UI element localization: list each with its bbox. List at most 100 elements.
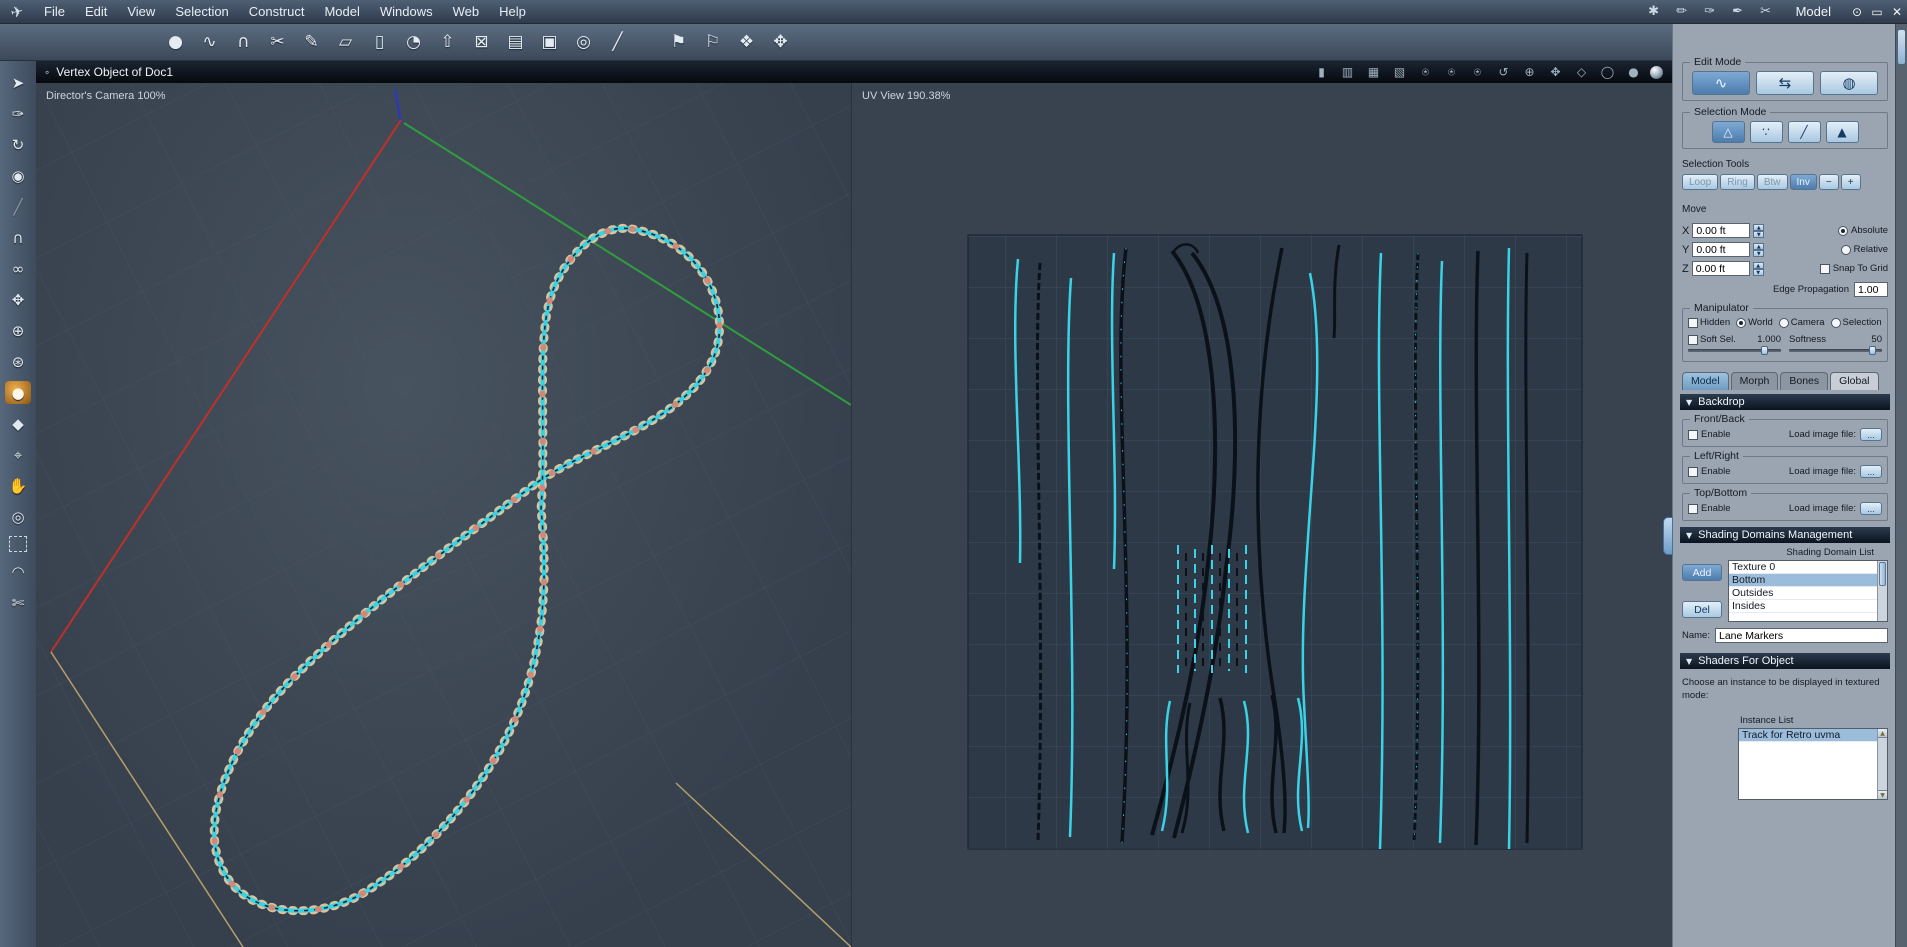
camera-viewport-canvas[interactable] [36, 83, 851, 947]
move-y-stepper[interactable]: ▲ ▼ [1753, 242, 1765, 257]
orbit-view-icon[interactable]: ↺ [1494, 65, 1513, 79]
menu-web[interactable]: Web [443, 1, 490, 22]
move-widget-icon[interactable]: ✥ [1546, 65, 1565, 79]
move-x-stepper[interactable]: ▲ ▼ [1753, 223, 1765, 238]
stack-tool-icon[interactable]: ▤ [500, 27, 531, 57]
stepper-up-icon[interactable]: ▲ [1753, 223, 1765, 231]
list-item[interactable]: Track for Retro uvma [1739, 728, 1887, 742]
panel-collapse-handle[interactable] [1663, 517, 1673, 555]
stepper-down-icon[interactable]: ▼ [1753, 249, 1765, 257]
weld-tool-icon[interactable]: ∩ [228, 27, 259, 57]
soft-selection-checkbox[interactable] [1688, 334, 1698, 345]
shading-domain-list[interactable]: Texture 0 Bottom Outsides Insides [1728, 560, 1888, 622]
edge-mode-button[interactable]: ╱ [1787, 121, 1821, 143]
shield-flat-icon[interactable]: ⍟ [1442, 65, 1461, 80]
stepper-down-icon[interactable]: ▼ [1753, 230, 1765, 238]
curve-tool-icon[interactable]: ∿ [194, 27, 225, 57]
stepper-down-icon[interactable]: ▼ [1752, 268, 1764, 276]
spray-tool-icon[interactable]: ✱ [1640, 4, 1668, 19]
loop-select-button[interactable]: Loop [1682, 174, 1719, 190]
selection-radio[interactable] [1830, 317, 1841, 328]
flag-tool-icon[interactable]: ⚑ [663, 27, 694, 57]
left-right-browse-button[interactable]: ... [1860, 465, 1882, 478]
soft-selection-slider[interactable] [1688, 345, 1781, 356]
bezier-pen-icon[interactable]: ✑ [5, 102, 31, 125]
flat-shade-icon[interactable]: ◯ [1598, 65, 1617, 79]
brush-tool-icon[interactable]: ✑ [1696, 4, 1724, 19]
shield-wire-icon[interactable]: ⍟ [1416, 65, 1435, 80]
shrink-select-button[interactable]: − [1818, 174, 1839, 190]
ring-select-button[interactable]: Ring [1720, 174, 1755, 190]
relative-radio[interactable] [1840, 244, 1851, 255]
camera-tool-icon[interactable]: ⌖ [5, 443, 31, 466]
minimize-button[interactable]: ⊙ [1847, 5, 1867, 19]
menu-selection[interactable]: Selection [165, 1, 238, 22]
extrude-tool-icon[interactable]: ⇧ [432, 27, 463, 57]
move-z-input[interactable] [1691, 261, 1750, 276]
lasso-select-icon[interactable]: ◠ [5, 560, 31, 583]
delete-face-icon[interactable]: ⊠ [466, 27, 497, 57]
domain-list-scrollbar[interactable] [1877, 561, 1887, 621]
maximize-button[interactable]: ▭ [1867, 5, 1887, 19]
smooth-shade-icon[interactable]: ● [1624, 65, 1643, 79]
shaders-for-object-header[interactable]: ▼ Shaders For Object [1680, 653, 1890, 669]
face-mode-button[interactable]: ▲ [1825, 121, 1859, 143]
delete-domain-button[interactable]: Del [1682, 601, 1722, 618]
tab-model[interactable]: Model [1682, 372, 1729, 390]
tab-morph[interactable]: Morph [1730, 372, 1779, 390]
ornament-tool-icon[interactable]: ❖ [731, 27, 762, 57]
sphere-brush-icon[interactable]: ● [5, 381, 31, 404]
knife-tool-icon[interactable]: ╱ [5, 195, 31, 218]
tab-global[interactable]: Global [1830, 372, 1879, 390]
between-select-button[interactable]: Btw [1756, 174, 1788, 190]
cross-tool-icon[interactable]: ✥ [765, 27, 796, 57]
blade-tool-icon[interactable]: ╱ [602, 27, 633, 57]
flag-alt-tool-icon[interactable]: ⚐ [697, 27, 728, 57]
top-bottom-enable-checkbox[interactable] [1688, 503, 1698, 514]
close-button[interactable]: ✕ [1887, 5, 1907, 19]
front-back-browse-button[interactable]: ... [1860, 428, 1882, 441]
edge-propagation-input[interactable] [1854, 282, 1888, 297]
cube-tool-icon[interactable]: ◆ [5, 412, 31, 435]
camera-viewport[interactable]: Director's Camera 100% [36, 83, 851, 947]
panel-scrollbar-thumb[interactable] [1897, 29, 1906, 65]
subdivide-tool-icon[interactable]: ◎ [568, 27, 599, 57]
magnet-tool-icon[interactable]: ∩ [5, 226, 31, 249]
menu-edit[interactable]: Edit [75, 1, 117, 22]
shaded-sphere-icon[interactable]: ◉ [5, 164, 31, 187]
add-domain-button[interactable]: Add [1682, 564, 1722, 581]
world-radio[interactable] [1736, 317, 1747, 328]
arc-tool-icon[interactable]: ◔ [398, 27, 429, 57]
pan-hand-icon[interactable]: ✋ [5, 474, 31, 497]
scissors-tool-icon[interactable]: ✄ [5, 591, 31, 614]
edit-mode-animation-button[interactable]: ⇆ [1756, 71, 1814, 95]
top-bottom-browse-button[interactable]: ... [1860, 502, 1882, 515]
zoom-tool-icon[interactable]: ◎ [5, 505, 31, 528]
pen-tool-icon[interactable]: ✒ [1724, 4, 1752, 19]
layout-grid-icon[interactable]: ▧ [1390, 65, 1409, 79]
tab-bones[interactable]: Bones [1780, 372, 1829, 390]
uv-viewport-canvas[interactable] [852, 83, 1672, 947]
menu-help[interactable]: Help [489, 1, 536, 22]
link-tool-icon[interactable]: ∞ [5, 257, 31, 280]
layout-quad-icon[interactable]: ▦ [1364, 65, 1383, 79]
rotate-view-icon[interactable]: ↻ [5, 133, 31, 156]
absolute-radio[interactable] [1838, 225, 1849, 236]
scale-tool-icon[interactable]: ⊕ [5, 319, 31, 342]
pencil-tool-icon[interactable]: ✏ [1668, 4, 1696, 19]
pivot-view-icon[interactable]: ⊕ [1520, 65, 1539, 79]
domain-name-input[interactable] [1714, 628, 1888, 643]
instance-list[interactable]: Track for Retro uvma ▲ ▼ [1738, 727, 1888, 800]
hidden-checkbox[interactable] [1688, 317, 1698, 328]
scrollbar-thumb[interactable] [1879, 562, 1886, 586]
draw-polyline-icon[interactable]: ✎ [296, 27, 327, 57]
stepper-up-icon[interactable]: ▲ [1752, 261, 1764, 269]
menu-file[interactable]: File [34, 1, 75, 22]
list-item[interactable]: Insides [1729, 600, 1887, 613]
sphere-primitive-icon[interactable]: ● [160, 27, 191, 57]
edit-mode-wire-button[interactable]: ∿ [1692, 71, 1750, 95]
point-mode-button[interactable]: ∵ [1749, 121, 1783, 143]
move-z-stepper[interactable]: ▲ ▼ [1752, 261, 1764, 276]
menu-view[interactable]: View [117, 1, 165, 22]
camera-radio[interactable] [1778, 317, 1789, 328]
